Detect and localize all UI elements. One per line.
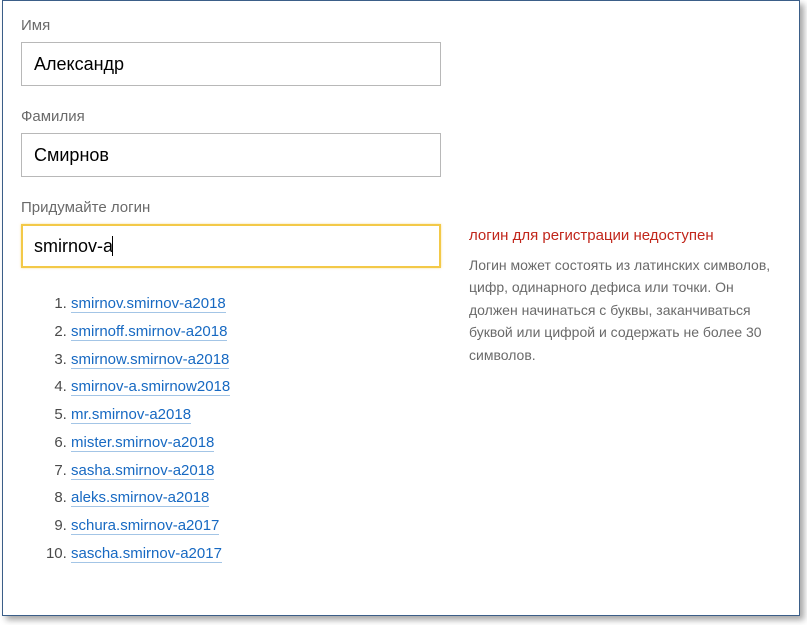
list-item: schura.smirnov-a2017	[71, 512, 441, 540]
text-caret	[112, 236, 113, 256]
login-label: Придумайте логин	[21, 199, 441, 216]
login-hint-text: Логин может состоять из латинских символ…	[469, 254, 781, 366]
last-name-input[interactable]	[21, 133, 441, 177]
list-item: aleks.smirnov-a2018	[71, 484, 441, 512]
list-item: mr.smirnov-a2018	[71, 401, 441, 429]
login-suggestion-link[interactable]: smirnoff.smirnov-a2018	[71, 323, 227, 341]
list-item: smirnoff.smirnov-a2018	[71, 318, 441, 346]
first-name-label: Имя	[21, 17, 781, 34]
login-suggestions: smirnov.smirnov-a2018 smirnoff.smirnov-a2…	[21, 290, 441, 568]
login-suggestion-link[interactable]: sasha.smirnov-a2018	[71, 462, 214, 480]
login-suggestion-link[interactable]: smirnov-a.smirnow2018	[71, 378, 230, 396]
login-group: Придумайте логин smirnov-a	[21, 199, 441, 268]
login-suggestion-link[interactable]: smirnov.smirnov-a2018	[71, 295, 226, 313]
list-item: sascha.smirnov-a2017	[71, 540, 441, 568]
list-item: smirnow.smirnov-a2018	[71, 346, 441, 374]
list-item: sasha.smirnov-a2018	[71, 457, 441, 485]
login-input[interactable]: smirnov-a	[21, 224, 441, 268]
registration-form-panel: Имя Фамилия Придумайте логин smirnov-a s…	[2, 0, 800, 616]
login-suggestion-link[interactable]: aleks.smirnov-a2018	[71, 489, 209, 507]
login-suggestion-link[interactable]: mr.smirnov-a2018	[71, 406, 191, 424]
login-validation-message: логин для регистрации недоступен Логин м…	[469, 199, 781, 366]
login-suggestion-link[interactable]: schura.smirnov-a2017	[71, 517, 219, 535]
first-name-group: Имя	[21, 17, 781, 86]
login-suggestion-link[interactable]: mister.smirnov-a2018	[71, 434, 214, 452]
list-item: mister.smirnov-a2018	[71, 429, 441, 457]
last-name-label: Фамилия	[21, 108, 781, 125]
login-error-title: логин для регистрации недоступен	[469, 227, 781, 244]
list-item: smirnov.smirnov-a2018	[71, 290, 441, 318]
first-name-input[interactable]	[21, 42, 441, 86]
login-suggestion-link[interactable]: sascha.smirnov-a2017	[71, 545, 222, 563]
login-suggestion-link[interactable]: smirnow.smirnov-a2018	[71, 351, 229, 369]
list-item: smirnov-a.smirnow2018	[71, 373, 441, 401]
last-name-group: Фамилия	[21, 108, 781, 177]
